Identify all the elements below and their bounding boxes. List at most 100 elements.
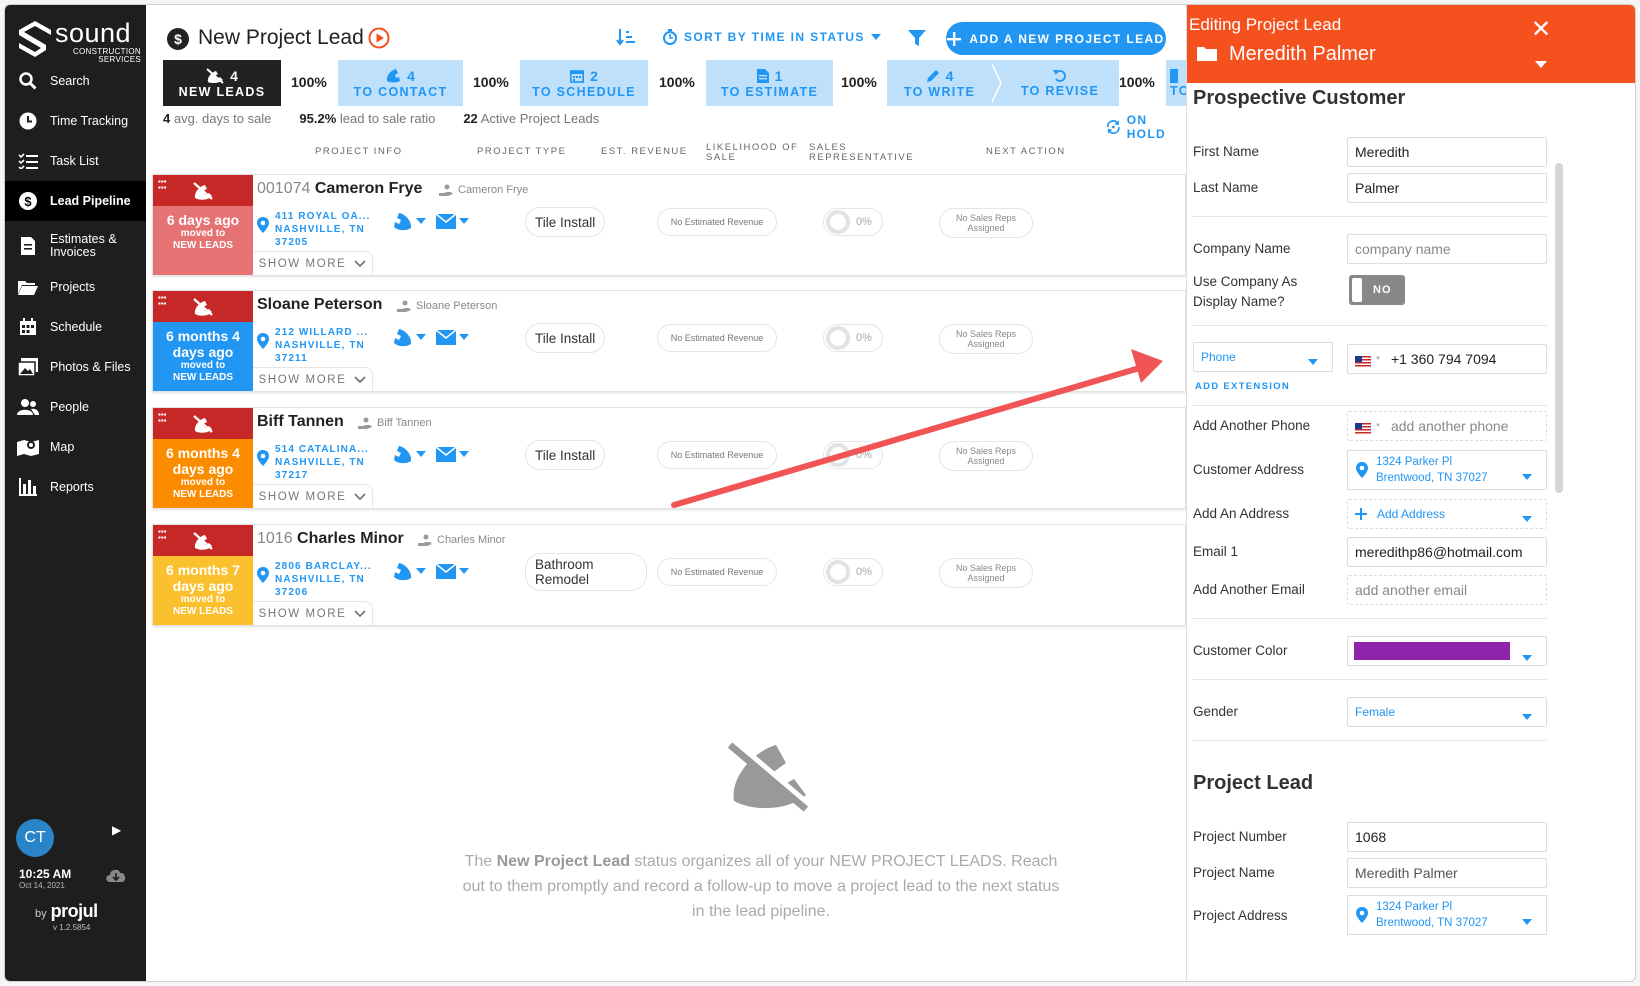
stage-to-revise[interactable]: TO REVISE	[1001, 60, 1119, 106]
sidebar-item-reports[interactable]: Reports	[5, 467, 146, 507]
show-more-button[interactable]: SHOW MORE	[253, 251, 373, 276]
lead-name[interactable]: 001074 Cameron Frye	[257, 180, 422, 198]
drag-handle-icon[interactable]: ▪▪▪ ▪▪▪	[158, 294, 167, 308]
caret-down-icon	[459, 218, 469, 224]
sidebar-item-lead-pipeline[interactable]: $ Lead Pipeline	[5, 181, 146, 221]
project-name-field[interactable]: Meredith Palmer	[1347, 858, 1547, 888]
lead-card[interactable]: ▪▪▪ ▪▪▪ 6 months 7 days ago moved to NEW …	[152, 524, 1186, 626]
lead-address-link[interactable]: 514 CATALINA... NASHVILLE, TN 37217	[257, 443, 369, 482]
add-project-lead-button[interactable]: ADD A NEW PROJECT LEAD	[946, 22, 1166, 55]
phone-field[interactable]: ▼ +1 360 794 7094	[1347, 344, 1547, 374]
sidebar-item-schedule[interactable]: Schedule	[5, 307, 146, 347]
close-icon[interactable]: ✕	[1531, 15, 1551, 44]
lead-status-tag[interactable]: ▪▪▪ ▪▪▪ 6 days ago moved to NEW LEADS	[153, 175, 253, 275]
gender-select[interactable]: Female	[1347, 697, 1547, 727]
email-button[interactable]	[436, 329, 469, 345]
sidebar-item-people[interactable]: People	[5, 387, 146, 427]
sidebar-item-photos-files[interactable]: Photos & Files	[5, 347, 146, 387]
company-name-field[interactable]: company name	[1347, 234, 1547, 264]
call-button[interactable]	[393, 444, 426, 464]
likelihood-pill[interactable]: 0%	[823, 441, 883, 469]
stage-to-estimate[interactable]: 1 TO ESTIMATE	[706, 60, 833, 106]
project-number-field[interactable]: 1068	[1347, 822, 1547, 852]
project-type-pill[interactable]: Tile Install	[525, 207, 606, 237]
play-video-icon[interactable]	[368, 27, 390, 54]
stage-next[interactable]: TO	[1166, 60, 1186, 106]
drag-handle-icon[interactable]: ▪▪▪ ▪▪▪	[158, 528, 167, 542]
email-button[interactable]	[436, 563, 469, 579]
project-type-pill[interactable]: Tile Install	[525, 323, 606, 353]
drag-handle-icon[interactable]: ▪▪▪ ▪▪▪	[158, 178, 167, 192]
show-more-button[interactable]: SHOW MORE	[253, 484, 373, 509]
add-phone-field[interactable]: ▼ add another phone	[1347, 411, 1547, 441]
sidebar-item-map[interactable]: Map	[5, 427, 146, 467]
est-revenue-pill[interactable]: No Estimated Revenue	[657, 208, 777, 236]
stage-to-schedule[interactable]: 2 TO SCHEDULE	[520, 60, 648, 106]
sales-rep-pill[interactable]: No Sales Reps Assigned	[939, 441, 1033, 471]
panel-scrollbar[interactable]	[1555, 163, 1563, 493]
expand-arrow-icon[interactable]: ▶	[112, 823, 121, 837]
sort-by-dropdown[interactable]: SORT BY TIME IN STATUS	[662, 29, 881, 45]
sidebar-item-task-list[interactable]: Task List	[5, 141, 146, 181]
email-button[interactable]	[436, 446, 469, 462]
lead-name[interactable]: Biff Tannen	[257, 413, 344, 431]
sales-rep-pill[interactable]: No Sales Reps Assigned	[939, 324, 1033, 354]
add-address-field[interactable]: Add Address	[1347, 499, 1547, 529]
add-address-label: Add An Address	[1193, 506, 1290, 521]
add-extension-link[interactable]: ADD EXTENSION	[1195, 381, 1290, 392]
company-logo[interactable]: sound CONSTRUCTION SERVICES	[19, 19, 141, 64]
caret-down-icon	[459, 334, 469, 340]
email-field[interactable]: meredithp86@hotmail.com	[1347, 537, 1547, 567]
likelihood-pill[interactable]: 0%	[823, 558, 883, 586]
drag-handle-icon[interactable]: ▪▪▪ ▪▪▪	[158, 411, 167, 425]
add-email-field[interactable]: add another email	[1347, 575, 1547, 605]
add-project-lead-label: ADD A NEW PROJECT LEAD	[969, 31, 1165, 46]
call-button[interactable]	[393, 561, 426, 581]
likelihood-pill[interactable]: 0%	[823, 324, 883, 352]
lead-card[interactable]: ▪▪▪ ▪▪▪ 6 months 4 days ago moved to NEW …	[152, 407, 1186, 509]
lead-status-tag[interactable]: ▪▪▪ ▪▪▪ 6 months 7 days ago moved to NEW …	[153, 525, 253, 625]
lead-status-tag[interactable]: ▪▪▪ ▪▪▪ 6 months 4 days ago moved to NEW …	[153, 291, 253, 391]
cloud-download-icon[interactable]	[105, 867, 127, 888]
likelihood-pill[interactable]: 0%	[823, 208, 883, 236]
phone-type-select[interactable]: Phone	[1193, 342, 1333, 372]
sales-rep-pill[interactable]: No Sales Reps Assigned	[939, 558, 1033, 588]
first-name-field[interactable]: Meredith	[1347, 137, 1547, 167]
sort-order-icon[interactable]	[616, 27, 636, 52]
on-hold-link[interactable]: ON HOLD	[1106, 113, 1186, 141]
stage-to-contact[interactable]: 4 TO CONTACT	[338, 60, 463, 106]
stage-new-leads[interactable]: 4 NEW LEADS	[163, 60, 281, 106]
lead-address-link[interactable]: 2806 BARCLAY... NASHVILLE, TN 37206	[257, 560, 372, 599]
last-name-field[interactable]: Palmer	[1347, 173, 1547, 203]
customer-address-field[interactable]: 1324 Parker Pl Brentwood, TN 37027	[1347, 450, 1547, 490]
customer-color-picker[interactable]	[1347, 636, 1547, 666]
sidebar-item-projects[interactable]: Projects	[5, 267, 146, 307]
lead-card[interactable]: ▪▪▪ ▪▪▪ 6 months 4 days ago moved to NEW …	[152, 290, 1186, 392]
user-avatar[interactable]: CT	[16, 819, 54, 857]
call-button[interactable]	[393, 327, 426, 347]
est-revenue-pill[interactable]: No Estimated Revenue	[657, 441, 777, 469]
lead-status-tag[interactable]: ▪▪▪ ▪▪▪ 6 months 4 days ago moved to NEW …	[153, 408, 253, 508]
caret-down-icon[interactable]	[1535, 55, 1547, 73]
filter-icon[interactable]	[908, 29, 926, 52]
project-type-pill[interactable]: Tile Install	[525, 440, 606, 470]
use-company-toggle[interactable]: NO	[1349, 275, 1405, 305]
est-revenue-pill[interactable]: No Estimated Revenue	[657, 558, 777, 586]
sidebar-item-search[interactable]: Search	[5, 61, 146, 101]
call-button[interactable]	[393, 211, 426, 231]
sidebar-item-estimates-invoices[interactable]: Estimates & Invoices	[5, 226, 146, 266]
email-button[interactable]	[436, 213, 469, 229]
project-address-field[interactable]: 1324 Parker Pl Brentwood, TN 37027	[1347, 895, 1547, 935]
sidebar-item-time-tracking[interactable]: Time Tracking	[5, 101, 146, 141]
project-type-pill[interactable]: Bathroom Remodel	[525, 553, 647, 591]
lead-name[interactable]: Sloane Peterson	[257, 296, 382, 314]
lead-address-link[interactable]: 212 WILLARD ... NASHVILLE, TN 37211	[257, 326, 368, 365]
lead-address-link[interactable]: 411 ROYAL OA... NASHVILLE, TN 37205	[257, 210, 370, 249]
show-more-button[interactable]: SHOW MORE	[253, 367, 373, 392]
lead-card[interactable]: ▪▪▪ ▪▪▪ 6 days ago moved to NEW LEADS 001…	[152, 174, 1186, 276]
show-more-button[interactable]: SHOW MORE	[253, 601, 373, 626]
stage-to-write[interactable]: 4 TO WRITE TO REVISE	[887, 60, 1119, 106]
est-revenue-pill[interactable]: No Estimated Revenue	[657, 324, 777, 352]
lead-name[interactable]: 1016 Charles Minor	[257, 530, 404, 548]
sales-rep-pill[interactable]: No Sales Reps Assigned	[939, 208, 1033, 238]
